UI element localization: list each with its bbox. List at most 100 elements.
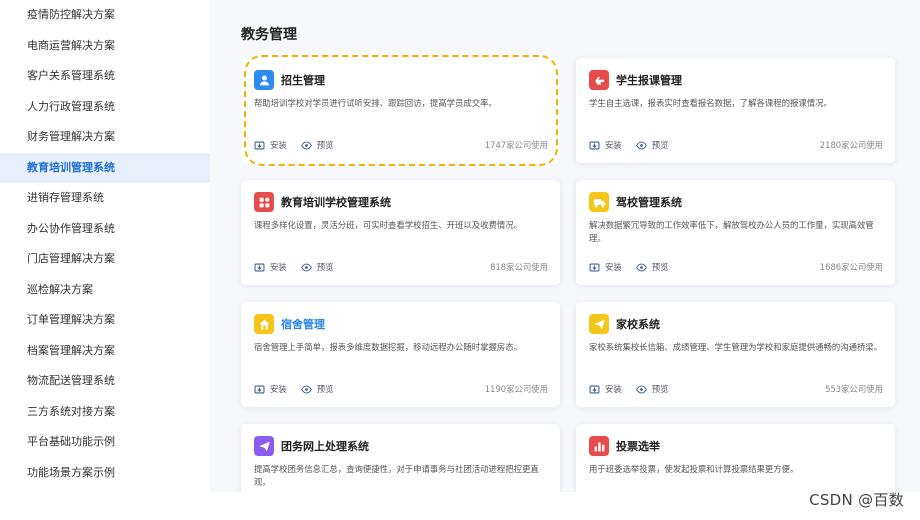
eye-icon bbox=[300, 385, 312, 393]
card-title: 驾校管理系统 bbox=[616, 196, 682, 209]
eye-icon bbox=[300, 263, 312, 271]
card-description: 用于班委选举投票，使发起投票和计算投票结果更方便。 bbox=[589, 464, 799, 474]
card-title: 学生报课管理 bbox=[616, 74, 682, 87]
card-title: 宿舍管理 bbox=[281, 318, 325, 331]
send-icon bbox=[589, 314, 609, 334]
eye-icon bbox=[635, 263, 647, 271]
card-course-registration[interactable]: 学生报课管理 学生自主选课，报表实时查看报名数据，了解各课程的报课情况。 安装 … bbox=[576, 58, 895, 163]
card-description: 解决数据繁冗导致的工作效率低下，解放驾校办公人员的工作量，实现高效管理。 bbox=[589, 220, 874, 243]
card-title: 教育培训学校管理系统 bbox=[281, 196, 391, 209]
watermark: CSDN @百数 bbox=[809, 491, 904, 509]
card-header: 团务网上处理系统 bbox=[254, 436, 369, 456]
usage-count: 1686家公司使用 bbox=[819, 262, 883, 272]
preview-label: 预览 bbox=[316, 384, 334, 394]
install-button[interactable]: 安装 bbox=[254, 139, 287, 151]
card-home-school[interactable]: 家校系统 家校系统集校长信箱、成绩管理、学生管理为学校和家庭提供通畅的沟通桥梁。… bbox=[576, 302, 895, 407]
preview-label: 预览 bbox=[651, 262, 669, 272]
card-education-school[interactable]: 教育培训学校管理系统 课程多样化设置，灵活分班，可实时查看学校招生、开班以及收费… bbox=[241, 180, 560, 285]
hand-icon bbox=[589, 70, 609, 90]
card-description: 家校系统集校长信箱、成绩管理、学生管理为学校和家庭提供通畅的沟通桥梁。 bbox=[589, 342, 883, 352]
card-enrollment[interactable]: 招生管理 帮助培训学校对学员进行试听安排、跟踪回访，提高学员成交率。 安装 预览… bbox=[241, 55, 560, 166]
install-icon bbox=[254, 141, 265, 149]
install-label: 安装 bbox=[605, 262, 622, 272]
card-dormitory[interactable]: 宿舍管理 宿舍管理上手简单，报表多维度数据挖掘，移动远程办公随时掌握房态。 安装… bbox=[241, 302, 560, 407]
install-button[interactable]: 安装 bbox=[589, 383, 622, 395]
card-header: 教育培训学校管理系统 bbox=[254, 192, 391, 212]
card-driving-school[interactable]: 驾校管理系统 解决数据繁冗导致的工作效率低下，解放驾校办公人员的工作量，实现高效… bbox=[576, 180, 895, 285]
app-page: 疫情防控解决方案 电商运营解决方案 客户关系管理系统 人力行政管理系统 财务管理… bbox=[0, 0, 920, 520]
install-button[interactable]: 安装 bbox=[254, 383, 287, 395]
card-description: 帮助培训学校对学员进行试听安排、跟踪回访，提高学员成交率。 bbox=[254, 98, 497, 108]
install-label: 安装 bbox=[270, 140, 287, 150]
install-button[interactable]: 安装 bbox=[589, 139, 622, 151]
install-icon bbox=[589, 141, 600, 149]
card-footer: 安装 预览 553家公司使用 bbox=[589, 383, 883, 395]
sidebar-item-finance[interactable]: 财务管理解决方案 bbox=[0, 122, 210, 153]
card-footer: 安装 预览 2180家公司使用 bbox=[589, 139, 883, 151]
preview-label: 预览 bbox=[316, 140, 334, 150]
card-footer: 安装 预览 1747家公司使用 bbox=[254, 139, 548, 151]
preview-button[interactable]: 预览 bbox=[300, 383, 334, 395]
sidebar-item-ecommerce[interactable]: 电商运营解决方案 bbox=[0, 31, 210, 62]
install-icon bbox=[254, 263, 265, 271]
sidebar-item-crm[interactable]: 客户关系管理系统 bbox=[0, 61, 210, 92]
install-label: 安装 bbox=[605, 140, 622, 150]
card-title: 团务网上处理系统 bbox=[281, 440, 369, 453]
card-title: 投票选举 bbox=[616, 440, 660, 453]
preview-label: 预览 bbox=[651, 140, 669, 150]
card-header: 招生管理 bbox=[254, 70, 325, 90]
usage-count: 1747家公司使用 bbox=[484, 140, 548, 150]
sidebar-item-integration[interactable]: 三方系统对接方案 bbox=[0, 397, 210, 428]
home-icon bbox=[254, 314, 274, 334]
card-description: 学生自主选课，报表实时查看报名数据，了解各课程的报课情况。 bbox=[589, 98, 832, 108]
install-icon bbox=[589, 263, 600, 271]
eye-icon bbox=[635, 385, 647, 393]
sidebar-item-platform[interactable]: 平台基础功能示例 bbox=[0, 427, 210, 458]
card-description: 课程多样化设置，灵活分班，可实时查看学校招生、开班以及收费情况。 bbox=[254, 220, 522, 230]
sidebar-item-office[interactable]: 办公协作管理系统 bbox=[0, 214, 210, 245]
card-header: 宿舍管理 bbox=[254, 314, 325, 334]
card-header: 投票选举 bbox=[589, 436, 660, 456]
card-title: 招生管理 bbox=[281, 74, 325, 87]
sidebar-item-logistics[interactable]: 物流配送管理系统 bbox=[0, 366, 210, 397]
sidebar-item-order[interactable]: 订单管理解决方案 bbox=[0, 305, 210, 336]
usage-count: 818家公司使用 bbox=[490, 262, 548, 272]
sidebar-item-scenarios[interactable]: 功能场景方案示例 bbox=[0, 458, 210, 489]
card-header: 家校系统 bbox=[589, 314, 660, 334]
preview-button[interactable]: 预览 bbox=[635, 139, 669, 151]
eye-icon bbox=[300, 141, 312, 149]
truck-icon bbox=[589, 192, 609, 212]
preview-button[interactable]: 预览 bbox=[635, 261, 669, 273]
sidebar-item-archive[interactable]: 档案管理解决方案 bbox=[0, 336, 210, 367]
install-button[interactable]: 安装 bbox=[254, 261, 287, 273]
sidebar-item-store[interactable]: 门店管理解决方案 bbox=[0, 244, 210, 275]
sidebar-item-hr[interactable]: 人力行政管理系统 bbox=[0, 92, 210, 123]
bar-chart-icon bbox=[589, 436, 609, 456]
eye-icon bbox=[635, 141, 647, 149]
sidebar: 疫情防控解决方案 电商运营解决方案 客户关系管理系统 人力行政管理系统 财务管理… bbox=[0, 0, 210, 492]
preview-button[interactable]: 预览 bbox=[635, 383, 669, 395]
usage-count: 2180家公司使用 bbox=[819, 140, 883, 150]
card-footer: 安装 预览 1686家公司使用 bbox=[589, 261, 883, 273]
card-description: 宿舍管理上手简单，报表多维度数据挖掘，移动远程办公随时掌握房态。 bbox=[254, 342, 522, 352]
preview-label: 预览 bbox=[316, 262, 334, 272]
install-button[interactable]: 安装 bbox=[589, 261, 622, 273]
send-icon bbox=[254, 436, 274, 456]
sidebar-item-education[interactable]: 教育培训管理系统 bbox=[0, 152, 210, 183]
bottom-band bbox=[0, 492, 920, 520]
install-label: 安装 bbox=[605, 384, 622, 394]
sidebar-item-inventory[interactable]: 进销存管理系统 bbox=[0, 183, 210, 214]
apps-icon bbox=[254, 192, 274, 212]
install-label: 安装 bbox=[270, 262, 287, 272]
preview-button[interactable]: 预览 bbox=[300, 139, 334, 151]
preview-button[interactable]: 预览 bbox=[300, 261, 334, 273]
card-title: 家校系统 bbox=[616, 318, 660, 331]
sidebar-item-epidemic[interactable]: 疫情防控解决方案 bbox=[0, 0, 210, 31]
main-content: 教务管理 招生管理 帮助培训学校对学员进行试听安排、跟踪回访，提高学员成交率。 … bbox=[210, 0, 920, 520]
preview-label: 预览 bbox=[651, 384, 669, 394]
card-footer: 安装 预览 818家公司使用 bbox=[254, 261, 548, 273]
sidebar-item-inspection[interactable]: 巡检解决方案 bbox=[0, 275, 210, 306]
card-description: 提高学校团务信息汇总，查询便捷性，对于申请事务与社团活动进程把控更直观。 bbox=[254, 464, 539, 487]
usage-count: 553家公司使用 bbox=[825, 384, 883, 394]
card-footer: 安装 预览 1190家公司使用 bbox=[254, 383, 548, 395]
